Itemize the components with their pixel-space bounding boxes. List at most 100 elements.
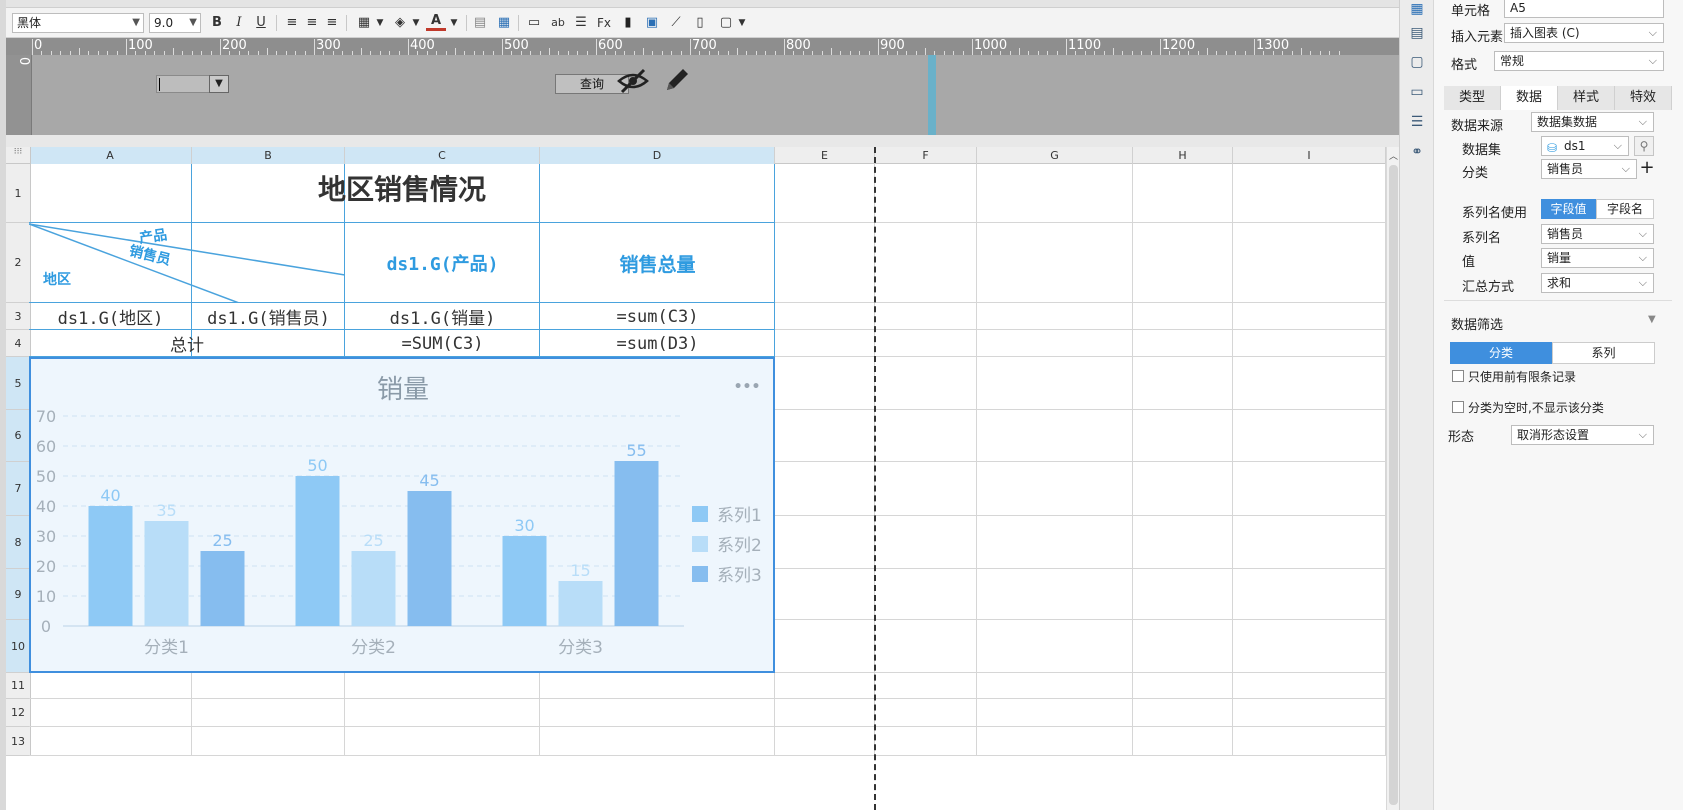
grid-cell[interactable]	[1233, 569, 1386, 620]
grid-cell[interactable]	[540, 727, 775, 756]
row-header-12[interactable]: 12	[6, 699, 31, 727]
frame-icon[interactable]: ▢	[1409, 55, 1425, 69]
grid-cell[interactable]	[875, 516, 977, 569]
grid-cell[interactable]	[192, 673, 345, 699]
grid-cell[interactable]	[1233, 357, 1386, 410]
grid-cell[interactable]	[1233, 727, 1386, 756]
grid-cell[interactable]	[977, 727, 1133, 756]
format-painter-icon[interactable]: ▤	[470, 13, 490, 33]
grid-cell[interactable]	[775, 516, 875, 569]
grid-cell[interactable]	[1233, 303, 1386, 330]
grid-cell[interactable]	[345, 673, 540, 699]
chart-cell[interactable]: 销量 ••• 0 10 20 30 40 50 60 70 40 35 25 分类1 50 25 45 分类2 30…	[29, 357, 775, 673]
tab-effects[interactable]: 特效	[1615, 86, 1672, 110]
grid-cell[interactable]	[540, 699, 775, 727]
collapse-icon[interactable]: ▼	[1648, 314, 1656, 325]
column-header-H[interactable]: H	[1133, 147, 1233, 164]
grid-cell[interactable]	[977, 516, 1133, 569]
align-right-icon[interactable]: ≡	[322, 13, 342, 33]
add-icon[interactable]: +	[1639, 158, 1655, 178]
report-title-cell[interactable]: 地区销售情况	[29, 153, 775, 223]
grid-cell[interactable]	[775, 357, 875, 410]
grid-cell[interactable]	[875, 569, 977, 620]
grid-cell[interactable]	[1133, 620, 1233, 673]
grid-cell[interactable]	[1133, 569, 1233, 620]
form-select[interactable]: 取消形态设置 ⌵	[1511, 425, 1654, 445]
list-icon[interactable]: ☰	[1409, 115, 1425, 129]
datasource-select[interactable]: 数据集数据 ⌵	[1531, 112, 1654, 132]
grid-cell[interactable]	[977, 357, 1133, 410]
grid-cell[interactable]	[775, 164, 875, 223]
row-header-6[interactable]: 6	[6, 410, 31, 462]
condition-icon[interactable]: ▤	[1409, 26, 1425, 40]
grid-cell[interactable]	[1133, 410, 1233, 462]
search-icon[interactable]: ⚲	[1634, 136, 1654, 156]
row-header-3[interactable]: 3	[6, 303, 31, 330]
grid-cell[interactable]	[977, 303, 1133, 330]
chevron-down-icon[interactable]: ▼	[732, 13, 752, 33]
grid-cell[interactable]	[875, 620, 977, 673]
grid-cell[interactable]	[345, 727, 540, 756]
row-header-2[interactable]: 2	[6, 223, 31, 303]
filter-tab-series[interactable]: 系列	[1552, 342, 1655, 364]
row-header-4[interactable]: 4	[6, 330, 31, 357]
grid-cell[interactable]	[1133, 303, 1233, 330]
grid-cell[interactable]	[29, 727, 192, 756]
combo-dropdown-icon[interactable]: ▼	[209, 75, 229, 93]
grid-cell[interactable]	[977, 699, 1133, 727]
grid-cell[interactable]	[1133, 462, 1233, 516]
aggregate-select[interactable]: 求和 ⌵	[1541, 273, 1654, 293]
grid-cell[interactable]	[775, 330, 875, 357]
total-header-cell[interactable]: 销售总量	[540, 223, 775, 303]
grid-cell[interactable]	[1233, 516, 1386, 569]
grid-cell[interactable]	[875, 164, 977, 223]
grid-cell[interactable]	[1233, 330, 1386, 357]
grid-cell[interactable]	[775, 699, 875, 727]
font-family-select[interactable]: 黑体 ▼	[12, 13, 144, 33]
align-left-icon[interactable]: ≡	[282, 13, 302, 33]
grid-cell[interactable]	[775, 620, 875, 673]
row-header-5[interactable]: 5	[6, 357, 31, 410]
widget-settings-icon[interactable]: ▭	[1409, 85, 1425, 99]
bold-button[interactable]: B	[207, 13, 227, 33]
col-sum-cell[interactable]: =SUM(C3)	[345, 330, 540, 357]
select-all-corner[interactable]: ⁝⁝⁝	[6, 147, 31, 164]
column-header-F[interactable]: F	[875, 147, 977, 164]
grid-cell[interactable]	[775, 410, 875, 462]
grid-cell[interactable]	[1133, 330, 1233, 357]
grid-cell[interactable]	[1233, 462, 1386, 516]
vertical-scrollbar[interactable]: ︿	[1386, 147, 1400, 810]
formula-icon[interactable]: Fx	[594, 13, 614, 33]
chevron-down-icon[interactable]: ▼	[370, 13, 390, 33]
grand-total-cell[interactable]: =sum(D3)	[540, 330, 775, 357]
seller-cell[interactable]: ds1.G(销售员)	[192, 303, 345, 330]
grid-cell[interactable]	[29, 699, 192, 727]
grid-cell[interactable]	[1233, 620, 1386, 673]
grid-cell[interactable]	[775, 727, 875, 756]
dataset-select[interactable]: ⛁ ds1 ⌵	[1541, 136, 1629, 156]
tab-data[interactable]: 数据	[1501, 86, 1558, 110]
row-header-10[interactable]: 10	[6, 620, 31, 673]
grid-cell[interactable]	[977, 330, 1133, 357]
value-select[interactable]: 销量 ⌵	[1541, 248, 1654, 268]
column-header-E[interactable]: E	[775, 147, 875, 164]
grid-cell[interactable]	[875, 673, 977, 699]
column-header-I[interactable]: I	[1233, 147, 1386, 164]
grid-cell[interactable]	[977, 569, 1133, 620]
grid-cell[interactable]	[1133, 673, 1233, 699]
grid-cell[interactable]	[875, 727, 977, 756]
grid-cell[interactable]	[192, 727, 345, 756]
grid-cell[interactable]	[875, 223, 977, 303]
grid-cell[interactable]	[1133, 699, 1233, 727]
grid-cell[interactable]	[977, 164, 1133, 223]
grid-cell[interactable]	[875, 357, 977, 410]
text-icon[interactable]: ab	[548, 13, 568, 33]
grid-cell[interactable]	[1133, 727, 1233, 756]
series-use-field-value[interactable]: 字段值	[1541, 199, 1596, 219]
merge-cells-icon[interactable]: ▭	[524, 13, 544, 33]
grid-cell[interactable]	[775, 223, 875, 303]
grid-cell[interactable]	[875, 462, 977, 516]
grid-cell[interactable]	[1233, 410, 1386, 462]
table-icon[interactable]: ▦	[494, 13, 514, 33]
grid-cell[interactable]	[1133, 516, 1233, 569]
